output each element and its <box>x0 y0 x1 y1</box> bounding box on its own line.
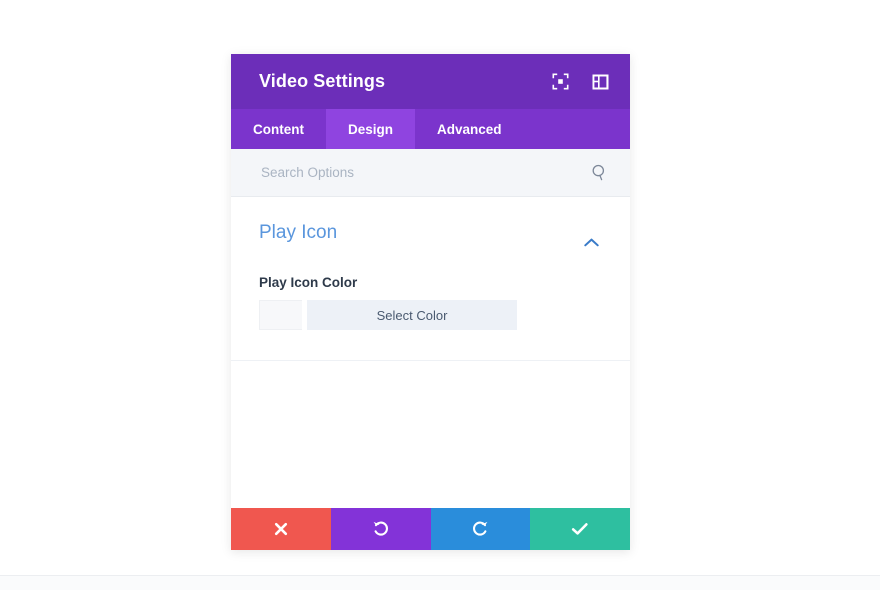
search-bar <box>231 149 630 197</box>
page-title: Video Settings <box>259 71 386 91</box>
header-actions <box>550 72 610 92</box>
video-settings-modal: Video Settings Content Design Advanced S… <box>231 54 630 550</box>
layout-panel-icon <box>592 74 608 89</box>
collapse-toggle-button[interactable] <box>580 231 602 253</box>
tab-bar: Content Design Advanced <box>231 109 630 149</box>
save-button[interactable] <box>530 508 630 550</box>
focus-icon-button[interactable] <box>550 72 570 92</box>
modal-header: Video Settings <box>231 54 630 109</box>
layout-panel-icon-button[interactable] <box>590 72 610 92</box>
select-color-button[interactable]: Select Color <box>307 300 517 330</box>
play-icon-color-label: Play Icon Color <box>259 275 358 290</box>
search-input[interactable] <box>259 164 588 181</box>
group-header: Play Icon <box>259 222 602 253</box>
play-icon-color-field: Select Color <box>259 300 517 330</box>
modal-body: Play Icon Play Icon Color Select Color <box>231 197 630 508</box>
undo-icon <box>373 521 388 536</box>
tab-design[interactable]: Design <box>326 109 416 149</box>
cancel-button[interactable] <box>231 508 331 550</box>
settings-group-play-icon: Play Icon Play Icon Color Select Color <box>231 197 630 361</box>
tab-advanced[interactable]: Advanced <box>415 109 524 149</box>
undo-button[interactable] <box>330 508 431 550</box>
search-icon <box>592 164 604 181</box>
check-icon <box>572 523 588 535</box>
redo-button[interactable] <box>430 508 531 550</box>
tab-content[interactable]: Content <box>231 109 326 149</box>
action-bar <box>231 508 630 550</box>
search-icon-button[interactable] <box>588 162 610 184</box>
focus-icon <box>552 73 568 90</box>
close-icon <box>274 522 287 536</box>
redo-icon <box>473 521 488 536</box>
group-title: Play Icon <box>259 222 338 243</box>
color-swatch[interactable] <box>259 300 302 330</box>
page-footer <box>0 576 880 590</box>
chevron-up-icon <box>583 238 599 246</box>
